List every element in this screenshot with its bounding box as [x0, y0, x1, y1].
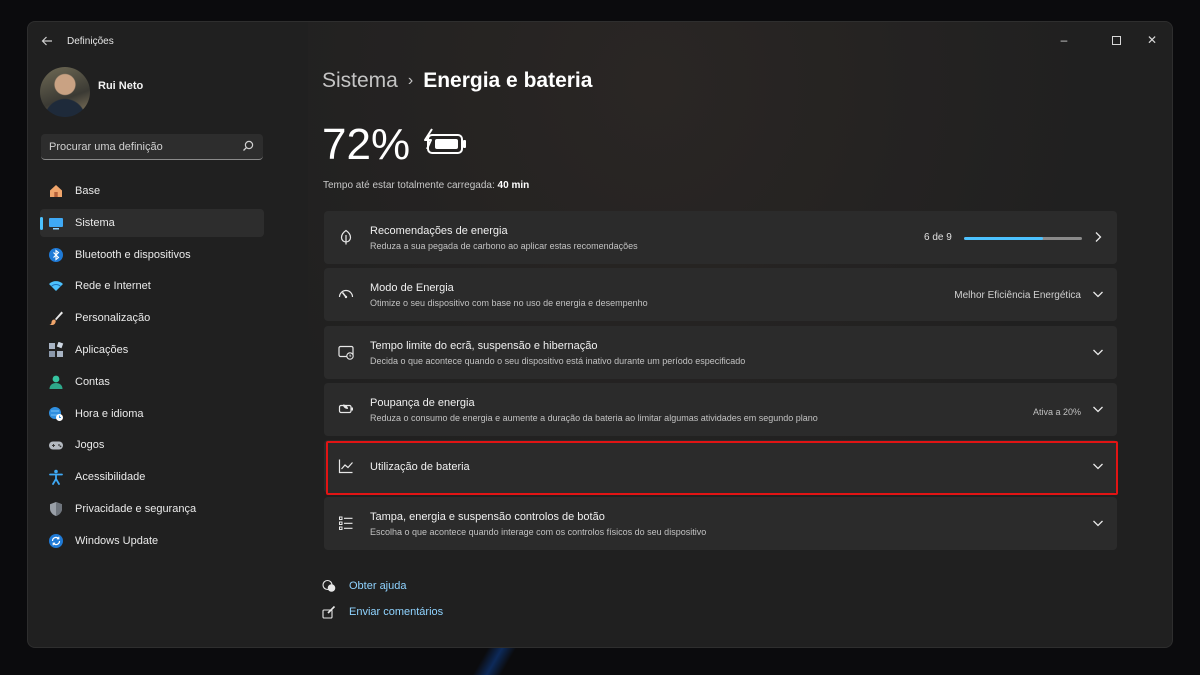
breadcrumb-parent[interactable]: Sistema — [322, 69, 398, 92]
search-input[interactable]: Procurar uma definição — [49, 141, 163, 153]
bluetooth-icon — [49, 247, 63, 262]
maximize-button[interactable] — [1098, 28, 1134, 52]
card-power-mode[interactable]: Modo de Energia Otimize o seu dispositiv… — [324, 268, 1117, 322]
search-icon[interactable] — [241, 139, 255, 153]
settings-cards: Recomendações de energia Reduza a sua pe… — [324, 211, 1117, 555]
accessibility-icon — [49, 469, 63, 486]
chevron-down-icon[interactable] — [1091, 402, 1105, 416]
chevron-down-icon[interactable] — [1091, 459, 1105, 473]
shield-icon — [50, 501, 62, 516]
chevron-right-icon[interactable] — [1091, 230, 1105, 244]
sidebar-item-acessibilidade[interactable]: Acessibilidade — [40, 463, 264, 491]
energy-saver-status: Ativa a 20% — [1032, 406, 1081, 417]
sidebar-item-label: Bluetooth e dispositivos — [75, 248, 191, 261]
sidebar-item-sistema[interactable]: Sistema — [40, 208, 264, 237]
card-title: Poupança de energia — [370, 396, 475, 409]
minimize-button[interactable]: – — [1046, 28, 1082, 52]
sidebar-item-contas[interactable]: Contas — [40, 368, 264, 396]
brush-icon — [49, 311, 63, 326]
sidebar-item-label: Privacidade e segurança — [75, 502, 197, 515]
sidebar-item-aplicacoes[interactable]: Aplicações — [40, 336, 264, 364]
get-help-label[interactable]: Obter ajuda — [349, 580, 406, 592]
card-subtitle: Escolha o que acontece quando interage c… — [370, 527, 707, 538]
sidebar-item-label: Windows Update — [75, 534, 159, 547]
sidebar-item-label: Acessibilidade — [75, 471, 146, 484]
card-title: Modo de Energia — [370, 282, 454, 295]
sidebar-item-jogos[interactable]: Jogos — [40, 431, 264, 459]
chevron-down-icon[interactable] — [1091, 287, 1105, 301]
recommendations-count: 6 de 9 — [924, 232, 952, 243]
help-chat-icon — [322, 579, 336, 592]
title-bar: Definições – ✕ — [28, 22, 1172, 62]
card-subtitle: Decida o que acontece quando o seu dispo… — [370, 355, 746, 366]
person-icon — [49, 375, 63, 389]
search-box[interactable]: Procurar uma definição — [41, 134, 263, 160]
sidebar-item-privacidade[interactable]: Privacidade e segurança — [40, 495, 264, 523]
chevron-down-icon[interactable] — [1091, 345, 1105, 359]
progress-fill — [964, 237, 1043, 240]
sidebar-item-label: Personalização — [75, 312, 151, 325]
charge-time-value: 40 min — [497, 180, 530, 191]
card-title: Utilização de bateria — [370, 461, 470, 474]
sidebar-item-bluetooth[interactable]: Bluetooth e dispositivos — [40, 241, 264, 269]
charge-time-label: Tempo até estar totalmente carregada: — [323, 180, 495, 191]
sidebar-item-windows-update[interactable]: Windows Update — [40, 527, 264, 555]
feedback-icon — [322, 605, 336, 619]
card-lid-power-buttons[interactable]: Tampa, energia e suspensão controlos de … — [324, 497, 1117, 551]
card-subtitle: Otimize o seu dispositivo com base no us… — [370, 298, 648, 309]
card-title: Recomendações de energia — [370, 225, 508, 237]
card-power-recommendations[interactable]: Recomendações de energia Reduza a sua pe… — [324, 211, 1117, 264]
arrow-left-icon — [41, 36, 52, 46]
apps-icon — [49, 341, 64, 357]
close-button[interactable]: ✕ — [1134, 28, 1170, 52]
gamepad-icon — [49, 441, 63, 450]
leaf-icon — [340, 229, 352, 245]
sidebar-item-label: Contas — [75, 375, 110, 388]
battery-percentage: 72% — [322, 120, 411, 169]
list-settings-icon — [339, 516, 353, 531]
send-feedback-label[interactable]: Enviar comentários — [349, 606, 443, 618]
sidebar-item-label: Jogos — [75, 439, 105, 452]
update-icon — [49, 533, 63, 548]
page-title: Energia e bateria — [423, 69, 593, 92]
sidebar-item-label: Rede e Internet — [75, 280, 151, 293]
battery-saver-icon — [338, 404, 353, 413]
sidebar-nav: Base Sistema Bluetooth e dispositivos Re… — [40, 177, 264, 559]
back-button[interactable] — [38, 33, 56, 51]
home-icon — [50, 185, 62, 197]
sidebar-item-label: Hora e idioma — [75, 407, 144, 420]
globe-clock-icon — [49, 406, 63, 421]
settings-window: Definições – ✕ Rui Neto Procurar uma def… — [27, 21, 1173, 648]
card-screen-sleep[interactable]: Tempo limite do ecrã, suspensão e hibern… — [324, 325, 1117, 379]
card-subtitle: Reduza o consumo de energia e aumente a … — [370, 412, 818, 423]
speedometer-icon — [338, 290, 354, 299]
sidebar-item-label: Base — [75, 185, 101, 197]
sidebar-item-base[interactable]: Base — [40, 177, 264, 205]
card-subtitle: Reduza a sua pegada de carbono ao aplica… — [370, 241, 638, 251]
card-energy-saver[interactable]: Poupança de energia Reduza o consumo de … — [324, 382, 1117, 436]
recommendations-progress-bar — [964, 237, 1082, 240]
breadcrumb-separator: › — [407, 72, 414, 89]
card-title: Tempo limite do ecrã, suspensão e hibern… — [370, 339, 598, 352]
sidebar-item-personalizacao[interactable]: Personalização — [40, 304, 264, 332]
sidebar-item-rede[interactable]: Rede e Internet — [40, 272, 264, 300]
chevron-down-icon[interactable] — [1091, 516, 1105, 530]
card-title: Tampa, energia e suspensão controlos de … — [370, 511, 605, 524]
line-chart-icon — [338, 459, 353, 474]
screen-sleep-icon — [338, 345, 354, 360]
app-title: Definições — [67, 36, 114, 47]
maximize-icon — [1111, 36, 1121, 46]
sidebar-item-label: Sistema — [75, 216, 115, 229]
charge-time-info: Tempo até estar totalmente carregada: 40… — [323, 180, 529, 191]
sidebar-item-label: Aplicações — [75, 343, 129, 356]
user-name: Rui Neto — [98, 80, 144, 92]
card-battery-usage[interactable]: Utilização de bateria — [324, 440, 1117, 494]
sidebar-item-hora[interactable]: Hora e idioma — [40, 400, 264, 428]
wifi-icon — [49, 281, 63, 292]
avatar — [40, 67, 90, 117]
battery-charging-icon — [424, 128, 466, 154]
system-icon — [49, 217, 63, 230]
breadcrumb: Sistema › Energia e bateria — [322, 69, 592, 93]
power-mode-dropdown-value[interactable]: Melhor Eficiência Energética — [954, 290, 1081, 301]
